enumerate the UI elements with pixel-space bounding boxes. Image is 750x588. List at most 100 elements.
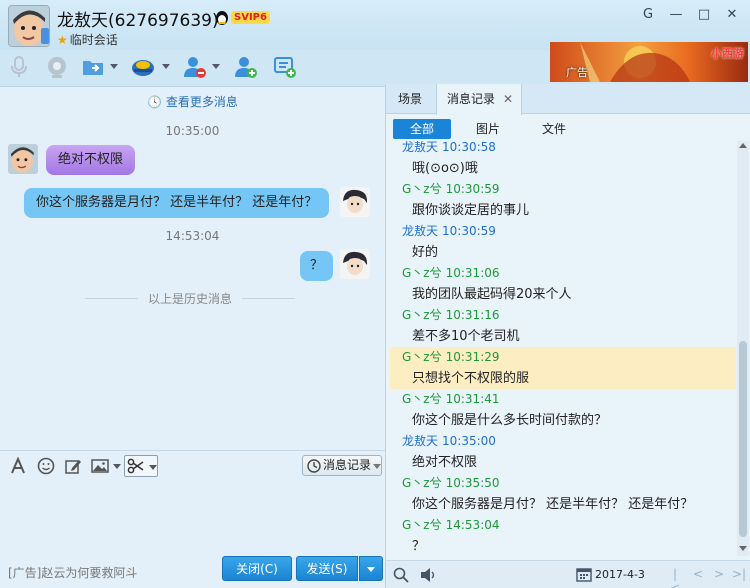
block-user-icon[interactable] <box>182 54 208 80</box>
history-entry-sender: G丶z兮 <box>402 182 442 196</box>
history-entry-header: G丶z兮 10:31:06 <box>390 263 736 284</box>
history-entry-text[interactable]: 跟你谈谈定居的事儿 <box>390 200 736 221</box>
view-more-messages-link[interactable]: 🕓 查看更多消息 <box>0 93 385 110</box>
chevron-down-icon <box>367 567 375 572</box>
star-icon: ★ <box>57 33 68 47</box>
message-input[interactable] <box>0 480 385 552</box>
history-entry-header: 龙敖天 10:35:00 <box>390 431 736 452</box>
last-page-icon[interactable]: >| <box>732 567 746 581</box>
history-entry-time: 10:35:50 <box>445 476 500 490</box>
remote-assist-icon[interactable] <box>130 54 156 80</box>
outgoing-message-bubble[interactable]: ？ <box>300 251 334 281</box>
tab-scene[interactable]: 场景 <box>388 84 432 114</box>
scissors-icon <box>127 458 144 474</box>
history-date: 2017-4-3 <box>595 568 645 581</box>
history-panel: 场景 消息记录 ✕ 全部 图片 文件 龙敖天 10:30:58 哦(⊙o⊙)哦 G丶z… <box>385 84 750 588</box>
history-entry-sender: G丶z兮 <box>402 392 442 406</box>
edit-icon[interactable] <box>64 457 82 475</box>
contact-avatar[interactable] <box>8 5 50 47</box>
send-button[interactable]: 发送(S) <box>296 556 358 581</box>
minimize-button[interactable]: — <box>666 7 686 23</box>
history-entry-time: 10:30:59 <box>445 182 500 196</box>
history-entry-text[interactable]: 我的团队最起码得20来个人 <box>390 284 736 305</box>
image-icon[interactable] <box>91 457 109 475</box>
send-file-icon[interactable] <box>80 54 106 80</box>
block-user-dropdown-caret[interactable] <box>212 64 220 69</box>
history-entry-text[interactable]: 哦(⊙o⊙)哦 <box>390 158 736 179</box>
chat-toolbar <box>0 50 385 84</box>
history-entry-time: 10:31:29 <box>445 350 500 364</box>
calendar-icon[interactable] <box>576 566 592 582</box>
voice-call-icon[interactable] <box>6 54 32 80</box>
history-entry-header: G丶z兮 10:31:16 <box>390 305 736 326</box>
close-window-button[interactable]: ✕ <box>722 7 742 23</box>
history-entry-header: 龙敖天 10:30:59 <box>390 221 736 242</box>
image-dropdown-caret[interactable] <box>113 464 121 469</box>
close-tab-icon[interactable]: ✕ <box>503 84 513 114</box>
history-entry-header: G丶z兮 10:30:59 <box>390 179 736 200</box>
add-friend-icon[interactable] <box>233 54 259 80</box>
history-entry-time: 10:31:06 <box>445 266 500 280</box>
history-entry-sender: G丶z兮 <box>402 308 442 322</box>
send-options-button[interactable] <box>359 556 383 581</box>
filter-files[interactable]: 文件 <box>530 119 578 139</box>
history-entry-text[interactable]: 只想找个不权限的服 <box>390 368 736 389</box>
history-entry-sender: 龙敖天 <box>402 141 439 154</box>
filter-images[interactable]: 图片 <box>464 119 512 139</box>
scroll-thumb[interactable] <box>739 341 747 537</box>
history-divider-label: 以上是历史消息 <box>148 291 233 306</box>
self-message-avatar[interactable] <box>340 187 370 217</box>
speaker-icon[interactable] <box>420 567 438 583</box>
history-entry-time: 14:53:04 <box>445 518 500 532</box>
ad-text-link[interactable]: [广告]赵云为何要救阿斗 <box>8 564 137 581</box>
contact-message-avatar[interactable] <box>8 144 38 174</box>
message-options-icon[interactable] <box>272 54 298 80</box>
chat-message-area[interactable]: 🕓 查看更多消息 10:35:00 绝对不权限 你这个服务器是月付？ 还是半年付… <box>0 86 385 450</box>
ad-banner[interactable]: 广告 小西游 <box>550 42 748 82</box>
history-entry-time: 10:31:41 <box>445 392 500 406</box>
previous-page-icon[interactable]: < <box>691 567 705 581</box>
clock-icon <box>307 459 321 473</box>
search-icon[interactable] <box>393 567 409 583</box>
remote-assist-dropdown-caret[interactable] <box>162 64 170 69</box>
close-button[interactable]: 关闭(C) <box>222 556 292 581</box>
maximize-button[interactable]: □ <box>694 7 714 23</box>
history-log[interactable]: 龙敖天 10:30:58 哦(⊙o⊙)哦 G丶z兮 10:30:59 跟你谈谈定居的事儿龙… <box>386 141 736 556</box>
message-record-caret <box>373 464 381 469</box>
scroll-up-arrow[interactable] <box>739 143 747 148</box>
emoji-icon[interactable] <box>37 457 55 475</box>
history-entry-sender: G丶z兮 <box>402 350 442 364</box>
history-entry-sender: 龙敖天 <box>402 434 439 448</box>
history-entry-text[interactable]: 差不多10个老司机 <box>390 326 736 347</box>
history-entry-text[interactable]: 绝对不权限 <box>390 452 736 473</box>
history-entry-header: G丶z兮 14:53:04 <box>390 515 736 536</box>
history-entry-time: 10:31:16 <box>445 308 500 322</box>
bottom-bar: [广告]赵云为何要救阿斗 关闭(C) 发送(S) <box>0 552 385 588</box>
history-entry-text[interactable]: ？ <box>390 536 736 556</box>
history-entry-sender: 龙敖天 <box>402 224 439 238</box>
send-file-dropdown-caret[interactable] <box>110 64 118 69</box>
history-entry-text[interactable]: 你这个服务器是月付？ 还是半年付？ 还是年付？ <box>390 494 736 515</box>
history-entry-header: 龙敖天 10:30:58 <box>390 141 736 158</box>
screenshot-button[interactable] <box>124 455 158 477</box>
first-page-icon[interactable]: |< <box>668 567 682 588</box>
next-page-icon[interactable]: > <box>712 567 726 581</box>
svip-indicator[interactable]: SVIP6 <box>215 9 270 25</box>
history-entry-sender: G丶z兮 <box>402 266 442 280</box>
filter-all[interactable]: 全部 <box>393 119 451 139</box>
outgoing-message-bubble[interactable]: 你这个服务器是月付？ 还是半年付？ 还是年付？ <box>24 188 330 218</box>
skin-button[interactable]: G <box>638 7 658 23</box>
history-entry-text[interactable]: 你这个服是什么多长时间付款的？ <box>390 410 736 431</box>
video-call-icon[interactable] <box>44 54 70 80</box>
ad-game-name: 小西游 <box>711 47 744 60</box>
font-icon[interactable] <box>9 457 27 475</box>
incoming-message-bubble[interactable]: 绝对不权限 <box>46 145 136 175</box>
divider-rule <box>242 297 296 299</box>
scroll-down-arrow[interactable] <box>739 546 747 551</box>
message-record-button[interactable]: 消息记录 <box>302 455 382 476</box>
screenshot-dropdown-caret[interactable] <box>149 465 157 470</box>
tab-message-record[interactable]: 消息记录 ✕ <box>436 84 523 115</box>
history-entry-text[interactable]: 好的 <box>390 242 736 263</box>
self-message-avatar[interactable] <box>340 249 370 279</box>
history-scrollbar[interactable] <box>737 141 749 556</box>
